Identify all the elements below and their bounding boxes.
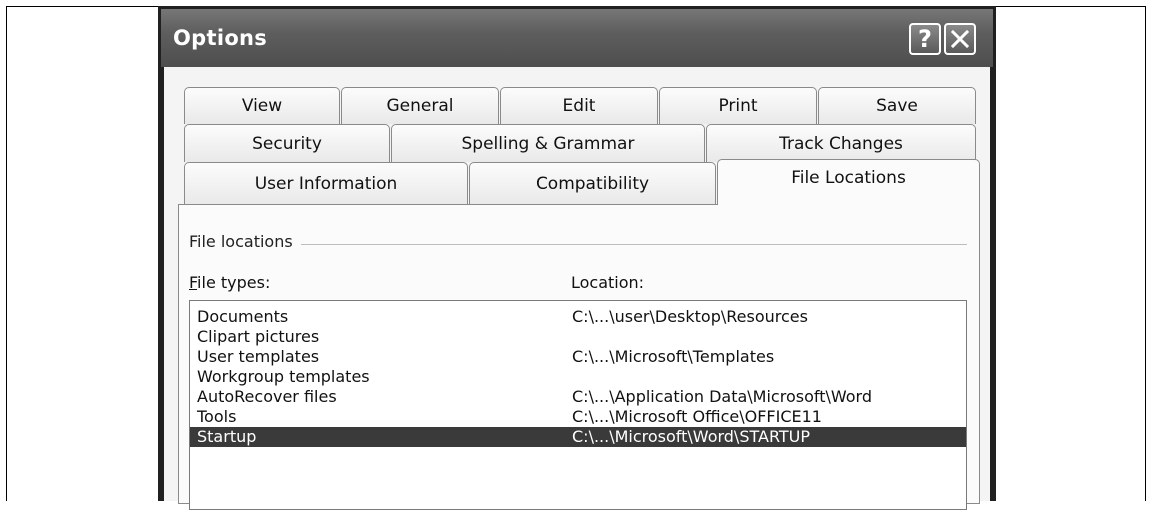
- tab-compatibility[interactable]: Compatibility: [469, 162, 716, 204]
- location-cell: C:\...\Microsoft\Templates: [572, 347, 775, 366]
- tab-edit[interactable]: Edit: [500, 87, 658, 124]
- tab-file-locations[interactable]: File Locations: [717, 159, 980, 205]
- tab-label: View: [241, 96, 283, 116]
- dialog-title: Options: [173, 26, 268, 50]
- tab-label: Track Changes: [779, 133, 903, 154]
- help-button[interactable]: ?: [909, 23, 941, 55]
- file-type-cell: Tools: [197, 407, 237, 426]
- file-locations-list[interactable]: Documents C:\...\user\Desktop\Resources …: [189, 300, 967, 510]
- tab-label: Save: [876, 96, 918, 116]
- location-label: Location:: [571, 273, 645, 292]
- tab-print[interactable]: Print: [659, 87, 817, 124]
- tab-general[interactable]: General: [341, 87, 499, 124]
- close-icon: [950, 29, 970, 49]
- tab-view[interactable]: View: [184, 87, 340, 124]
- group-divider: [189, 244, 967, 245]
- tab-label: User Information: [254, 173, 398, 194]
- tab-track-changes[interactable]: Track Changes: [706, 124, 976, 162]
- mnemonic-letter: F: [189, 273, 198, 292]
- tab-security[interactable]: Security: [184, 124, 390, 162]
- list-row-workgroup-templates[interactable]: Workgroup templates: [190, 367, 966, 387]
- list-row-user-templates[interactable]: User templates C:\...\Microsoft\Template…: [190, 347, 966, 367]
- tab-label: Security: [252, 133, 322, 154]
- file-type-cell: Startup: [197, 427, 257, 446]
- file-type-cell: Documents: [197, 307, 289, 326]
- list-row-tools[interactable]: Tools C:\...\Microsoft Office\OFFICE11: [190, 407, 966, 427]
- location-cell: C:\...\user\Desktop\Resources: [572, 307, 808, 326]
- file-types-label: File types:: [189, 273, 270, 292]
- tab-save[interactable]: Save: [818, 87, 976, 124]
- file-type-cell: User templates: [197, 347, 320, 366]
- file-types-label-text: ile types:: [197, 273, 271, 292]
- location-cell: C:\...\Microsoft\Word\STARTUP: [572, 427, 811, 446]
- list-row-clipart-pictures[interactable]: Clipart pictures: [190, 327, 966, 347]
- file-type-cell: Workgroup templates: [197, 367, 370, 386]
- tab-label: Compatibility: [535, 173, 650, 194]
- file-locations-panel: File locations File types: Location: Doc…: [178, 204, 980, 510]
- options-dialog: Options ? View General Edit Print Save S…: [158, 6, 996, 510]
- list-row-startup[interactable]: Startup C:\...\Microsoft\Word\STARTUP: [190, 427, 966, 447]
- location-cell: C:\...\Microsoft Office\OFFICE11: [572, 407, 822, 426]
- tab-label: File Locations: [791, 168, 906, 188]
- tab-spelling-grammar[interactable]: Spelling & Grammar: [391, 124, 705, 162]
- group-label: File locations: [189, 232, 301, 251]
- location-cell: C:\...\Application Data\Microsoft\Word: [572, 387, 873, 406]
- file-type-cell: Clipart pictures: [197, 327, 320, 346]
- close-button[interactable]: [944, 23, 976, 55]
- list-row-autorecover-files[interactable]: AutoRecover files C:\...\Application Dat…: [190, 387, 966, 407]
- tab-label: Spelling & Grammar: [461, 133, 635, 154]
- tab-label: Edit: [562, 96, 596, 116]
- tab-label: Print: [718, 96, 758, 116]
- dialog-body: View General Edit Print Save Security Sp…: [164, 67, 990, 510]
- question-mark-icon: ?: [918, 25, 932, 53]
- tab-label: General: [386, 96, 454, 116]
- tab-user-information[interactable]: User Information: [184, 162, 468, 204]
- list-row-documents[interactable]: Documents C:\...\user\Desktop\Resources: [190, 307, 966, 327]
- title-bar: Options ?: [161, 9, 993, 67]
- file-type-cell: AutoRecover files: [197, 387, 337, 406]
